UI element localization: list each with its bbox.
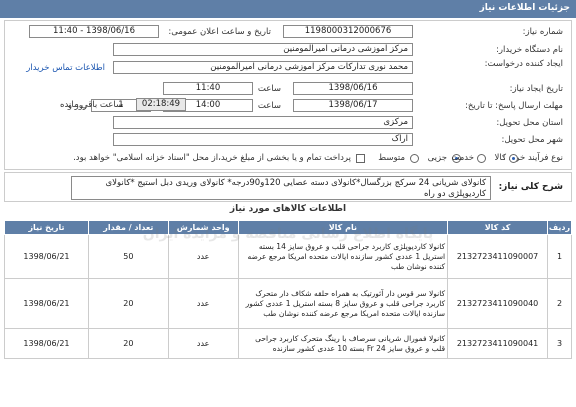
deadline-label: مهلت ارسال پاسخ: تا تاریخ:: [465, 101, 563, 111]
row-date: 1398/06/21: [4, 278, 89, 329]
treasury-payment-checkbox[interactable]: [356, 154, 365, 163]
city-field[interactable]: اراک: [113, 133, 413, 146]
page-header: جزئیات اطلاعات نیاز: [0, 0, 576, 18]
description-label: شرح کلی نیاز:: [498, 182, 563, 192]
buyer-contact-link[interactable]: اطلاعات تماس خریدار: [26, 63, 105, 73]
need-number-field[interactable]: 1198000312000676: [283, 25, 413, 38]
description-panel: شرح کلی نیاز: کانولای شریانی 24 سرکج بزر…: [4, 172, 572, 202]
announce-field[interactable]: 1398/06/16 - 11:40: [29, 25, 159, 38]
col-name: نام کالا: [237, 220, 449, 235]
col-unit: واحد شمارش: [167, 220, 239, 235]
row-code: 2132723411090041: [447, 328, 549, 359]
row-index: 1: [547, 234, 572, 279]
items-table-header: ردیف کد کالا نام کالا واحد شمارش تعداد /…: [4, 220, 572, 235]
col-index: ردیف: [547, 220, 572, 235]
row-qty: 20: [87, 328, 169, 359]
requester-field[interactable]: محمد نوری تدارکات مرکز آموزشی درمانی امی…: [113, 61, 413, 74]
table-row[interactable]: 2 2132723411090040 کانولا سر قوس دار آئو…: [4, 278, 572, 329]
goods-radio[interactable]: [509, 154, 518, 163]
row-name: کانولا سر قوس دار آئورتیک به همراه حلقه …: [237, 278, 449, 329]
option-medium-radio[interactable]: [410, 154, 419, 163]
goods-label: کالا: [494, 153, 506, 163]
province-label: استان محل تحویل:: [496, 118, 563, 128]
service-label: خدمت: [451, 153, 474, 163]
created-time-field[interactable]: 11:40: [163, 82, 253, 95]
row-unit: عدد: [167, 234, 239, 279]
remaining-time-label: ساعت باقی مانده: [60, 100, 124, 110]
row-qty: 20: [87, 278, 169, 329]
treasury-payment-note: پرداخت تمام و یا بخشی از مبلغ خرید،از مح…: [73, 153, 351, 163]
items-table: ردیف کد کالا نام کالا واحد شمارش تعداد /…: [4, 220, 572, 359]
row-index: 3: [547, 328, 572, 359]
option-partial-label: جزیی: [427, 153, 447, 163]
buyer-label: نام دستگاه خریدار:: [496, 45, 563, 55]
row-unit: عدد: [167, 278, 239, 329]
deadline-date-field[interactable]: 1398/06/17: [293, 99, 413, 112]
buyer-field[interactable]: مرکز آموزشی درمانی امیرالمومنین: [113, 43, 413, 56]
service-radio[interactable]: [477, 154, 486, 163]
requester-label: ایجاد کننده درخواست:: [484, 59, 563, 69]
created-date-field[interactable]: 1398/06/16: [293, 82, 413, 95]
col-code: کد کالا: [447, 220, 549, 235]
col-date: تاریخ نیاز: [4, 220, 89, 235]
row-name: کانولا فمورال شریانی سرصاف با رینگ متحرک…: [237, 328, 449, 359]
option-medium-label: متوسط: [378, 153, 405, 163]
items-section-title: اطلاعات کالاهای مورد نیاز: [229, 204, 347, 214]
need-number-label: شماره نیاز:: [522, 27, 563, 37]
table-row[interactable]: 1 2132723411090007 کانولا کاردیوپلژی کار…: [4, 234, 572, 279]
announce-label: تاریخ و ساعت اعلان عمومی:: [168, 27, 271, 37]
row-date: 1398/06/21: [4, 234, 89, 279]
deadline-time-label: ساعت: [257, 101, 281, 111]
table-row[interactable]: 3 2132723411090041 کانولا فمورال شریانی …: [4, 328, 572, 359]
created-time-label: ساعت: [257, 84, 281, 94]
row-date: 1398/06/21: [4, 328, 89, 359]
description-field[interactable]: کانولای شریانی 24 سرکج بزرگسال*کانولای د…: [71, 176, 491, 200]
city-label: شهر محل تحویل:: [501, 135, 563, 145]
row-qty: 50: [87, 234, 169, 279]
row-index: 2: [547, 278, 572, 329]
row-name: کانولا کاردیوپلژی کاربرد جراحی قلب و عرو…: [237, 234, 449, 279]
row-unit: عدد: [167, 328, 239, 359]
col-qty: تعداد / مقدار: [87, 220, 169, 235]
province-field[interactable]: مرکزی: [113, 116, 413, 129]
need-details-panel: شماره نیاز: 1198000312000676 تاریخ و ساع…: [4, 20, 572, 170]
row-code: 2132723411090007: [447, 234, 549, 279]
page-title: جزئیات اطلاعات نیاز: [479, 3, 570, 13]
created-date-label: تاریخ ایجاد نیاز:: [509, 84, 563, 94]
row-code: 2132723411090040: [447, 278, 549, 329]
remaining-time-field: 02:18:49: [136, 98, 186, 111]
